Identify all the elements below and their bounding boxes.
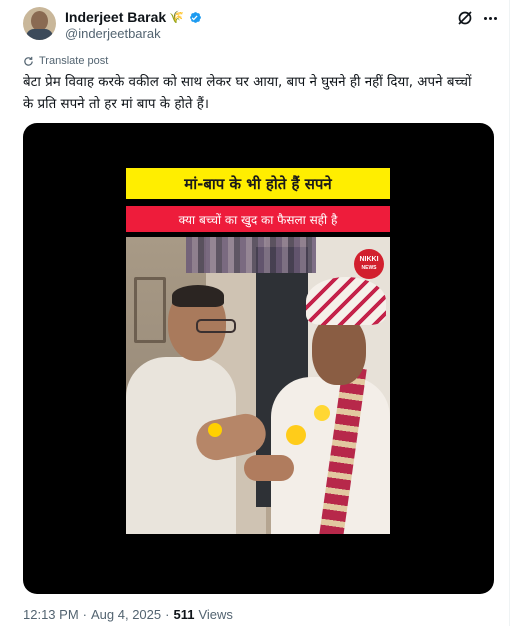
translate-post-link[interactable]: Translate post — [23, 55, 108, 67]
meta-separator: · — [165, 607, 170, 622]
video-banner-bottom: क्या बच्चों का खुद का फैसला सही है — [126, 206, 390, 232]
scene-groom-head — [312, 315, 366, 385]
author-name-row: Inderjeet Barak 🌾 — [65, 8, 202, 26]
translate-post-label: Translate post — [39, 55, 109, 67]
views-count: 511 — [173, 607, 195, 622]
verified-badge-icon[interactable] — [187, 10, 202, 25]
grok-icon[interactable] — [456, 9, 474, 27]
more-options-icon[interactable] — [480, 9, 500, 27]
scene-garland-flower — [208, 423, 222, 437]
avatar-face — [31, 11, 48, 31]
meta-separator: · — [82, 607, 87, 622]
post-date[interactable]: Aug 4, 2025 — [91, 607, 161, 622]
channel-logo: NIKKI NEWS — [354, 249, 384, 279]
post: Inderjeet Barak 🌾 @inderjeetbarak Transl… — [0, 0, 510, 626]
scene-father-hair — [172, 285, 224, 307]
scene-garland-flower — [286, 425, 306, 445]
post-meta: 12:13 PM · Aug 4, 2025 · 511 Views — [23, 607, 233, 622]
scene-curtain — [186, 237, 316, 273]
video-media[interactable]: मां-बाप के भी होते हैं सपने क्या बच्चों … — [23, 123, 494, 594]
scene-father-glasses — [196, 319, 236, 333]
author-handle[interactable]: @inderjeetbarak — [65, 26, 161, 41]
scene-garland-flower — [314, 405, 330, 421]
post-time[interactable]: 12:13 PM — [23, 607, 79, 622]
post-text: बेटा प्रेम विवाह करके वकील को साथ लेकर घ… — [23, 75, 472, 112]
translate-icon — [24, 56, 33, 66]
video-frame[interactable]: NIKKI NEWS — [126, 237, 390, 534]
views-label: Views — [198, 607, 233, 622]
scene-groom-turban — [306, 277, 386, 325]
video-banner-top: मां-बाप के भी होते हैं सपने — [126, 168, 390, 199]
scene-hands — [244, 455, 294, 481]
channel-logo-line1: NIKKI — [359, 256, 379, 263]
leaf-emoji-icon: 🌾 — [169, 10, 185, 24]
avatar-shirt — [26, 29, 53, 40]
scene-wall-pattern — [134, 277, 166, 343]
channel-logo-line2: NEWS — [361, 265, 377, 271]
author-display-name[interactable]: Inderjeet Barak — [65, 9, 166, 25]
avatar[interactable] — [23, 7, 56, 40]
